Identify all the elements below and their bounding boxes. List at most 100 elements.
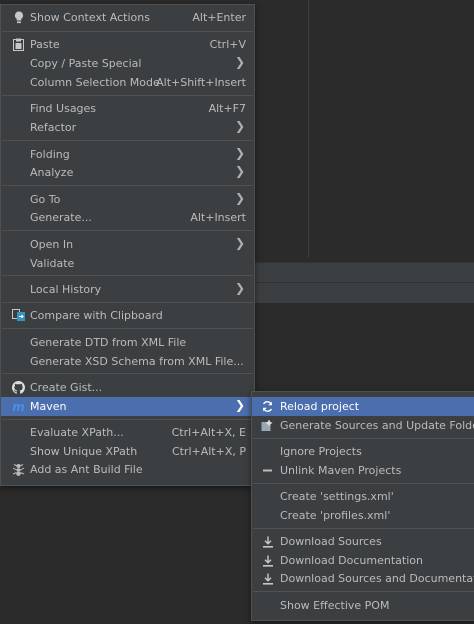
menu-item-copy-paste-special[interactable]: Copy / Paste Special ❯ [1,54,254,73]
menu-item-find-usages[interactable]: Find Usages Alt+F7 [1,99,254,118]
menu-item-generate-xsd[interactable]: Generate XSD Schema from XML File... [1,352,254,371]
menu-item-create-gist[interactable]: Create Gist... [1,378,254,397]
menu-item-label: Compare with Clipboard [30,309,163,322]
menu-item-shortcut: Ctrl+Alt+X, E [171,426,246,439]
minus-icon [260,463,275,478]
menu-item-folding[interactable]: Folding ❯ [1,145,254,164]
submenu-arrow-icon: ❯ [234,146,245,160]
menu-item-evaluate-xpath[interactable]: Evaluate XPath... Ctrl+Alt+X, E [1,423,254,442]
editor-divider [308,0,309,258]
context-menu: Show Context Actions Alt+Enter Paste Ctr… [0,4,255,486]
menu-item-label: Ignore Projects [280,445,362,458]
menu-item-maven[interactable]: m Maven ❯ [1,397,254,416]
menu-item-validate[interactable]: Validate [1,254,254,273]
menu-item-shortcut: Ctrl+Alt+X, P [171,445,246,458]
menu-item-label: Maven [30,400,67,413]
menu-separator [2,185,253,186]
menu-item-ignore-projects[interactable]: Ignore Projects [252,442,474,461]
menu-separator [2,140,253,141]
menu-separator [2,373,253,374]
menu-item-local-history[interactable]: Local History ❯ [1,280,254,299]
menu-item-paste[interactable]: Paste Ctrl+V [1,35,254,54]
menu-item-label: Evaluate XPath... [30,426,124,439]
menu-item-label: Column Selection Mode [30,76,160,89]
menu-item-label: Show Context Actions [30,11,150,24]
menu-item-label: Find Usages [30,102,97,115]
ant-icon [11,462,26,477]
menu-item-label: Show Unique XPath [30,445,138,458]
menu-item-label: Open In [30,238,74,251]
download-icon [260,534,275,549]
menu-item-shortcut: Alt+Insert [190,211,246,224]
menu-item-label: Folding [30,148,70,161]
menu-item-label: Paste [30,38,60,51]
menu-item-show-effective-pom[interactable]: Show Effective POM [252,596,474,615]
menu-item-label: Local History [30,283,102,296]
menu-item-label: Download Documentation [280,554,423,567]
menu-separator [2,328,253,329]
menu-separator [253,483,474,484]
menu-separator [2,230,253,231]
submenu-arrow-icon: ❯ [234,55,245,69]
menu-item-label: Create 'settings.xml' [280,490,394,503]
menu-item-show-context-actions[interactable]: Show Context Actions Alt+Enter [1,8,254,27]
menu-item-shortcut: Alt+F7 [208,102,246,115]
menu-item-label: Create Gist... [30,381,103,394]
compare-icon [11,308,26,323]
reload-icon [260,399,275,414]
maven-submenu: Reload project Generate Sources and Upda… [251,391,474,621]
menu-separator [253,438,474,439]
menu-item-label: Show Effective POM [280,599,390,612]
menu-item-download-documentation[interactable]: Download Documentation [252,551,474,570]
github-icon [11,380,26,395]
menu-item-open-in[interactable]: Open In ❯ [1,235,254,254]
menu-item-unlink-maven-projects[interactable]: Unlink Maven Projects [252,461,474,480]
menu-item-reload-project[interactable]: Reload project [252,397,474,416]
menu-item-generate[interactable]: Generate... Alt+Insert [1,208,254,227]
menu-item-label: Validate [30,257,75,270]
menu-item-label: Download Sources and Documentation [280,572,474,585]
maven-icon: m [12,399,25,414]
menu-item-label: Generate Sources and Update Folders [280,419,474,432]
menu-item-refactor[interactable]: Refactor ❯ [1,118,254,137]
menu-separator [2,275,253,276]
clipboard-icon [11,37,26,52]
submenu-arrow-icon: ❯ [234,191,245,205]
menu-item-label: Go To [30,193,61,206]
menu-item-label: Unlink Maven Projects [280,464,402,477]
download-icon [260,571,275,586]
menu-item-go-to[interactable]: Go To ❯ [1,190,254,209]
download-icon [260,553,275,568]
menu-item-label: Create 'profiles.xml' [280,509,391,522]
menu-item-download-sources-and-documentation[interactable]: Download Sources and Documentation [252,569,474,588]
generate-sources-icon [260,418,275,433]
submenu-arrow-icon: ❯ [234,398,245,412]
submenu-arrow-icon: ❯ [234,164,245,178]
menu-item-show-unique-xpath[interactable]: Show Unique XPath Ctrl+Alt+X, P [1,442,254,461]
menu-item-analyze[interactable]: Analyze ❯ [1,163,254,182]
menu-item-shortcut: Alt+Shift+Insert [156,76,246,89]
menu-separator [2,302,253,303]
menu-item-label: Reload project [280,400,360,413]
lightbulb-icon [11,10,26,25]
menu-item-create-profiles-xml[interactable]: Create 'profiles.xml' [252,506,474,525]
menu-item-label: Copy / Paste Special [30,57,142,70]
menu-separator [253,591,474,592]
menu-item-compare-with-clipboard[interactable]: Compare with Clipboard [1,306,254,325]
menu-item-download-sources[interactable]: Download Sources [252,532,474,551]
menu-item-column-selection-mode[interactable]: Column Selection Mode Alt+Shift+Insert [1,73,254,92]
menu-item-label: Generate... [30,211,92,224]
menu-item-generate-dtd[interactable]: Generate DTD from XML File [1,333,254,352]
menu-separator [2,31,253,32]
submenu-arrow-icon: ❯ [234,119,245,133]
menu-item-create-settings-xml[interactable]: Create 'settings.xml' [252,487,474,506]
submenu-arrow-icon: ❯ [234,236,245,250]
menu-item-add-as-ant-build-file[interactable]: Add as Ant Build File [1,460,254,479]
editor-tool-strip [254,262,474,283]
menu-item-generate-sources[interactable]: Generate Sources and Update Folders [252,416,474,435]
menu-item-label: Generate XSD Schema from XML File... [30,355,244,368]
menu-item-label: Generate DTD from XML File [30,336,187,349]
menu-item-label: Download Sources [280,535,382,548]
menu-item-label: Refactor [30,121,77,134]
menu-item-label: Analyze [30,166,74,179]
